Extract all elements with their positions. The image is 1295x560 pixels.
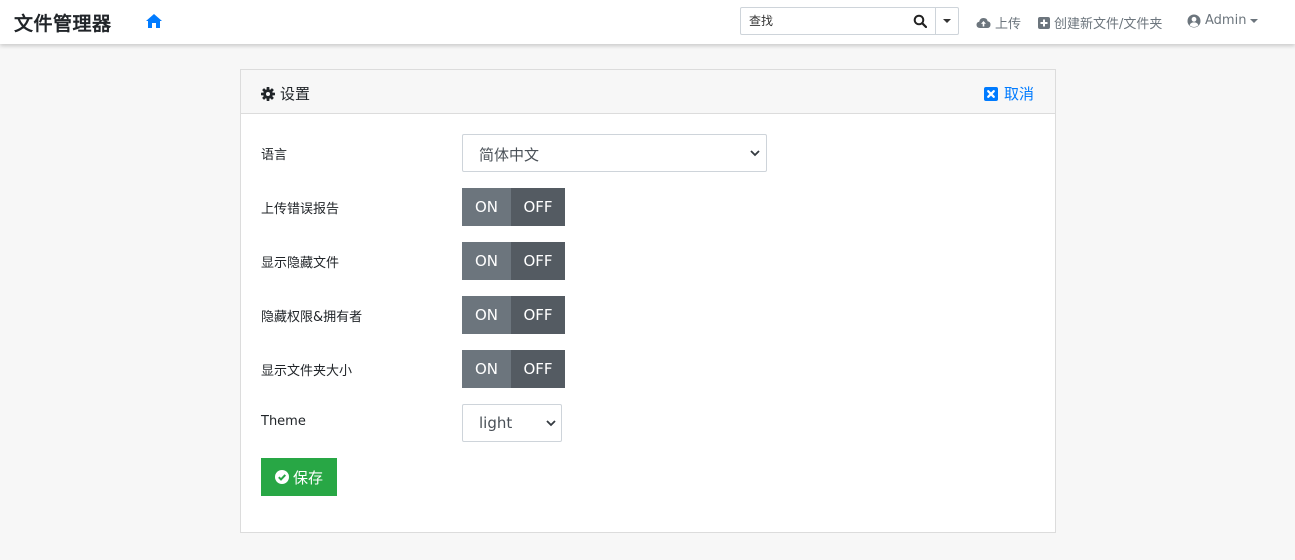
chevron-down-icon <box>750 150 760 157</box>
cancel-link[interactable]: 取消 <box>984 83 1034 104</box>
cancel-label: 取消 <box>1004 85 1035 103</box>
settings-header: 设置 取消 <box>241 70 1055 114</box>
settings-title-text: 设置 <box>280 85 311 103</box>
search-box <box>740 7 959 35</box>
upload-link[interactable]: 上传 <box>976 13 1021 32</box>
hide-perms-owner-label: 隐藏权限&拥有者 <box>261 310 363 325</box>
language-value: 简体中文 <box>479 146 540 164</box>
show-folder-size-on[interactable]: ON <box>462 350 511 388</box>
cloud-upload-icon <box>976 17 991 28</box>
hide-perms-owner-on[interactable]: ON <box>462 296 511 334</box>
chevron-down-icon <box>546 420 556 427</box>
new-file-folder-link[interactable]: 创建新文件/文件夹 <box>1038 13 1162 32</box>
user-circle-icon <box>1187 14 1201 27</box>
new-file-folder-label: 创建新文件/文件夹 <box>1054 17 1163 32</box>
upload-error-report-off[interactable]: OFF <box>511 188 565 226</box>
theme-value: light <box>479 414 513 432</box>
search-icon[interactable] <box>913 14 927 28</box>
top-navbar: 文件管理器 上传 创建新文件/文件夹 Admin <box>0 0 1295 44</box>
admin-menu[interactable]: Admin <box>1187 13 1259 28</box>
home-icon[interactable] <box>145 13 163 29</box>
show-hidden-files-toggle: ON OFF <box>462 242 565 280</box>
upload-label: 上传 <box>995 17 1022 32</box>
save-button[interactable]: 保存 <box>261 458 337 496</box>
save-label: 保存 <box>292 468 323 487</box>
check-circle-icon <box>274 470 289 484</box>
gear-icon <box>261 86 275 101</box>
language-select[interactable]: 简体中文 <box>462 134 767 172</box>
show-hidden-files-on[interactable]: ON <box>462 242 511 280</box>
search-dropdown-button[interactable] <box>935 8 959 34</box>
show-hidden-files-label: 显示隐藏文件 <box>261 256 340 271</box>
show-folder-size-toggle: ON OFF <box>462 350 565 388</box>
caret-down-icon <box>1250 18 1259 23</box>
theme-select[interactable]: light <box>462 404 562 442</box>
show-folder-size-label: 显示文件夹大小 <box>261 364 353 379</box>
close-square-icon <box>984 86 998 101</box>
upload-error-report-label: 上传错误报告 <box>261 202 340 217</box>
settings-card: 设置 取消 语言 简体中文 上传错误报告 ON OFF 显示隐藏文件 ON OF… <box>240 69 1056 533</box>
upload-error-report-toggle: ON OFF <box>462 188 565 226</box>
show-folder-size-off[interactable]: OFF <box>511 350 565 388</box>
app-brand[interactable]: 文件管理器 <box>14 9 112 36</box>
plus-square-icon <box>1038 16 1050 29</box>
language-label: 语言 <box>261 148 288 163</box>
search-input[interactable] <box>741 8 935 34</box>
show-hidden-files-off[interactable]: OFF <box>511 242 565 280</box>
upload-error-report-on[interactable]: ON <box>462 188 511 226</box>
admin-label: Admin <box>1205 13 1247 28</box>
theme-label: Theme <box>261 414 306 429</box>
hide-perms-owner-off[interactable]: OFF <box>511 296 565 334</box>
hide-perms-owner-toggle: ON OFF <box>462 296 565 334</box>
settings-title: 设置 <box>261 83 310 104</box>
